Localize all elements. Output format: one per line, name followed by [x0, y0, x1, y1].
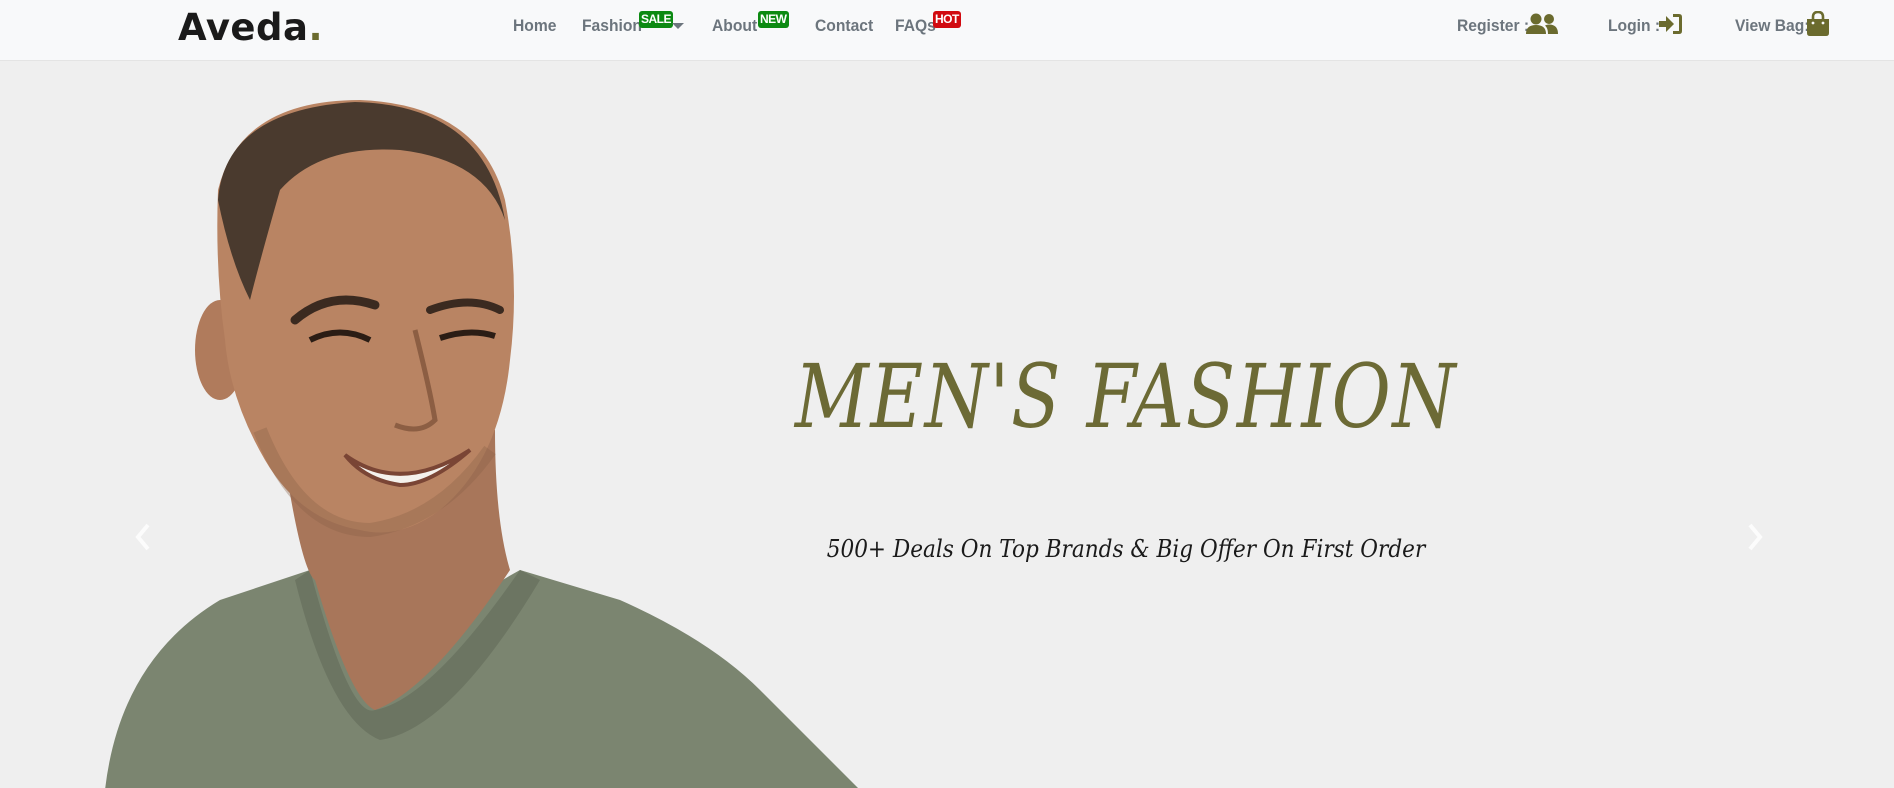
brand-dot: . [308, 6, 324, 49]
caret-down-icon[interactable] [672, 23, 684, 29]
shopping-bag-icon[interactable] [1806, 11, 1830, 37]
nav-home[interactable]: Home [513, 16, 556, 36]
brand-name: Aveda [178, 6, 309, 49]
users-icon[interactable] [1526, 13, 1558, 35]
nav-register[interactable]: Register : [1457, 16, 1529, 36]
sale-badge: SALE [639, 11, 674, 28]
nav-faqs[interactable]: FAQs [895, 16, 936, 36]
brand-logo[interactable]: Aveda. [178, 6, 323, 49]
hot-badge: HOT [933, 11, 961, 28]
nav-view-bag[interactable]: View Bag: [1735, 16, 1809, 36]
nav-fashion[interactable]: Fashion [582, 16, 642, 36]
sign-in-icon[interactable] [1659, 13, 1683, 35]
nav-contact[interactable]: Contact [815, 16, 873, 36]
hero-subtitle: 500+ Deals On Top Brands & Big Offer On … [826, 535, 1426, 563]
chevron-left-icon[interactable] [128, 517, 158, 557]
hero-title: MEN'S FASHION [794, 345, 1458, 448]
navbar: Aveda. Home Fashion SALE About NEW Conta… [0, 0, 1894, 61]
nav-about[interactable]: About [712, 16, 757, 36]
nav-login[interactable]: Login : [1608, 16, 1660, 36]
new-badge: NEW [758, 11, 789, 28]
